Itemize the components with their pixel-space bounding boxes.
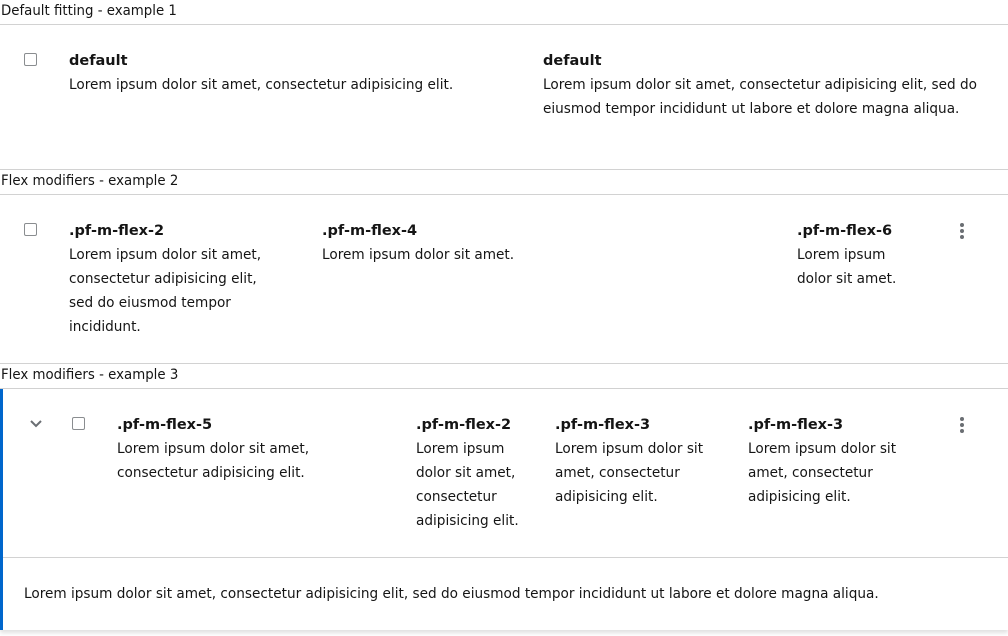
- divider: [0, 194, 1008, 195]
- data-list-cell: .pf-m-flex-3 Lorem ipsum dolor sit amet,…: [555, 413, 720, 509]
- cell-description: Lorem ipsum dolor sit amet, consectetur …: [69, 247, 262, 335]
- row-checkbox[interactable]: [24, 53, 37, 66]
- cell-title: default: [543, 53, 602, 69]
- cell-title: .pf-m-flex-2: [416, 417, 512, 433]
- cell-title: .pf-m-flex-6: [797, 223, 893, 239]
- data-list-cell: .pf-m-flex-4 Lorem ipsum dolor sit amet.: [322, 219, 762, 267]
- cell-title: .pf-m-flex-2: [69, 223, 165, 239]
- cell-title: .pf-m-flex-3: [555, 417, 651, 433]
- data-list-cell: .pf-m-flex-6 Lorem ipsum dolor sit amet.: [797, 219, 917, 291]
- row-checkbox[interactable]: [24, 223, 37, 236]
- expandable-content: Lorem ipsum dolor sit amet, consectetur …: [24, 586, 879, 602]
- data-list-cell: .pf-m-flex-3 Lorem ipsum dolor sit amet,…: [748, 413, 913, 509]
- cell-description: Lorem ipsum dolor sit amet, consectetur …: [555, 441, 704, 505]
- cell-description: Lorem ipsum dolor sit amet, consectetur …: [416, 441, 519, 529]
- cell-title: default: [69, 53, 128, 69]
- kebab-menu-icon[interactable]: [954, 221, 970, 241]
- expandable-content-divider: [3, 557, 1008, 558]
- divider: [0, 169, 1008, 170]
- section-caption-3: Flex modifiers - example 3: [1, 367, 179, 383]
- divider: [0, 24, 1008, 25]
- data-list-cell: .pf-m-flex-2 Lorem ipsum dolor sit amet,…: [416, 413, 531, 533]
- expanded-accent-bar: [0, 389, 3, 630]
- chevron-down-icon[interactable]: [29, 419, 43, 429]
- cell-description: Lorem ipsum dolor sit amet, consectetur …: [748, 441, 897, 505]
- section-caption-1: Default fitting - example 1: [1, 3, 177, 19]
- data-list-cell: default Lorem ipsum dolor sit amet, cons…: [543, 49, 988, 121]
- row-checkbox[interactable]: [72, 417, 85, 430]
- cell-title: .pf-m-flex-5: [117, 417, 213, 433]
- data-list-cell: .pf-m-flex-5 Lorem ipsum dolor sit amet,…: [117, 413, 387, 485]
- data-list-cell: .pf-m-flex-2 Lorem ipsum dolor sit amet,…: [69, 219, 284, 339]
- cell-description: Lorem ipsum dolor sit amet, consectetur …: [543, 77, 977, 117]
- cell-title: .pf-m-flex-3: [748, 417, 844, 433]
- cell-description: Lorem ipsum dolor sit amet.: [322, 247, 515, 263]
- kebab-menu-icon[interactable]: [954, 415, 970, 435]
- cell-description: Lorem ipsum dolor sit amet.: [797, 247, 897, 287]
- section-caption-2: Flex modifiers - example 2: [1, 173, 179, 189]
- cell-description: Lorem ipsum dolor sit amet, consectetur …: [117, 441, 310, 481]
- data-list-cell: default Lorem ipsum dolor sit amet, cons…: [69, 49, 509, 97]
- divider: [0, 363, 1008, 364]
- cell-title: .pf-m-flex-4: [322, 223, 418, 239]
- cell-description: Lorem ipsum dolor sit amet, consectetur …: [69, 77, 454, 93]
